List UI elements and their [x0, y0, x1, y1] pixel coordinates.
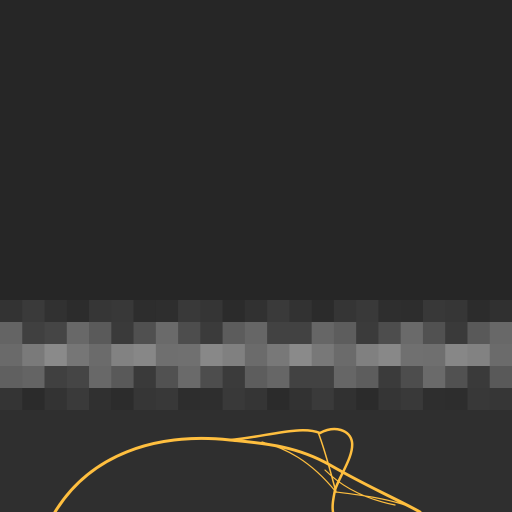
- bezier-curve-icon: [53, 427, 422, 512]
- curve-path-thin-a: [317, 431, 337, 493]
- curve-path-thin-b: [261, 441, 337, 493]
- curve-path-outer[interactable]: [53, 436, 422, 512]
- curve-overlay: [53, 427, 422, 512]
- editor-viewport[interactable]: [0, 0, 512, 512]
